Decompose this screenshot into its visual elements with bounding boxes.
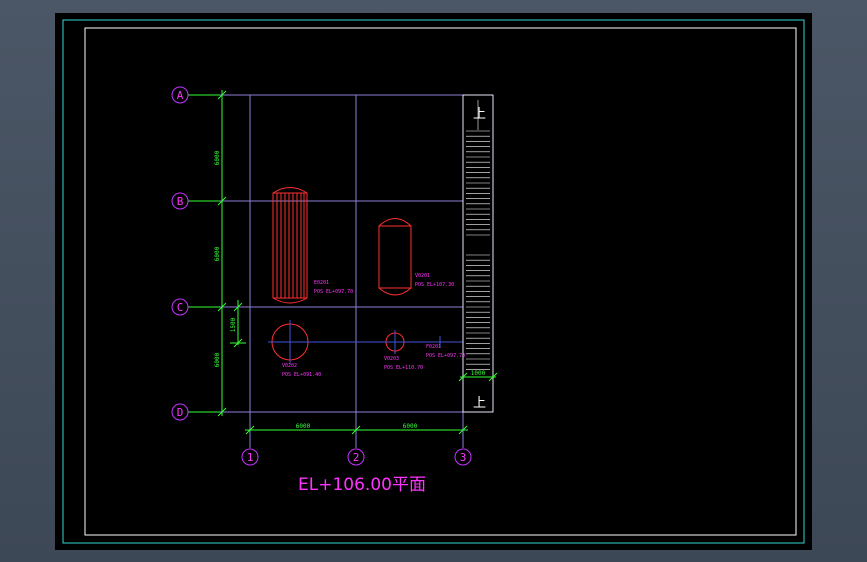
axis-label-a: A [177,89,184,102]
row-axis-bubbles: A B C D [171,86,220,421]
vessel-f0201-tag: F0201 [426,344,441,350]
stair-up-label-top: 上 [473,107,486,122]
cad-viewport: A B C D 1 2 3 6000 6000 6000 1500 6000 6… [0,0,867,562]
axis-label-1: 1 [247,451,254,464]
vessel-e0201-elev: POS EL+097.70 [314,289,353,295]
dim-stair-width: 1000 [471,370,486,377]
axis-label-b: B [177,195,184,208]
stair [462,94,494,413]
axis-label-c: C [177,301,184,314]
vessel-v0201 [378,218,412,296]
vessel-f0201-elev: POS EL+097.70 [426,353,465,359]
grid-lines [192,94,494,440]
axis-label-2: 2 [353,451,360,464]
vessel-e0201-tag: E0201 [314,280,329,286]
vessel-v0202-elev: POS EL+091.40 [282,372,321,378]
vessel-v0203 [312,330,463,354]
column-axis-bubbles: 1 2 3 [241,430,472,466]
axis-label-d: D [177,406,184,419]
vessel-v0201-elev: POS EL+107.30 [415,282,454,288]
dim-col-12: 6000 [296,423,311,430]
stair-up-label-bottom: 上 [473,396,486,411]
vessel-v0203-tag: V0203 [384,356,399,362]
axis-label-3: 3 [460,451,467,464]
vessel-v0203-elev: POS EL+110.70 [384,365,423,371]
vessel-e0201 [272,187,308,304]
vessel-v0201-tag: V0201 [415,273,430,279]
dim-row-cd: 6000 [214,352,221,367]
dim-row-ab: 6000 [214,150,221,165]
plan-title: EL+106.00平面 [298,475,426,495]
floor-plan-drawing: A B C D 1 2 3 6000 6000 6000 1500 6000 6… [62,19,805,544]
dim-row-bc: 6000 [214,246,221,261]
dim-col-23: 6000 [403,423,418,430]
vessel-v0202 [268,320,312,364]
vertical-dimension [217,90,246,417]
vessel-v0202-tag: V0202 [282,363,297,369]
dim-small-offset: 1500 [230,317,237,332]
